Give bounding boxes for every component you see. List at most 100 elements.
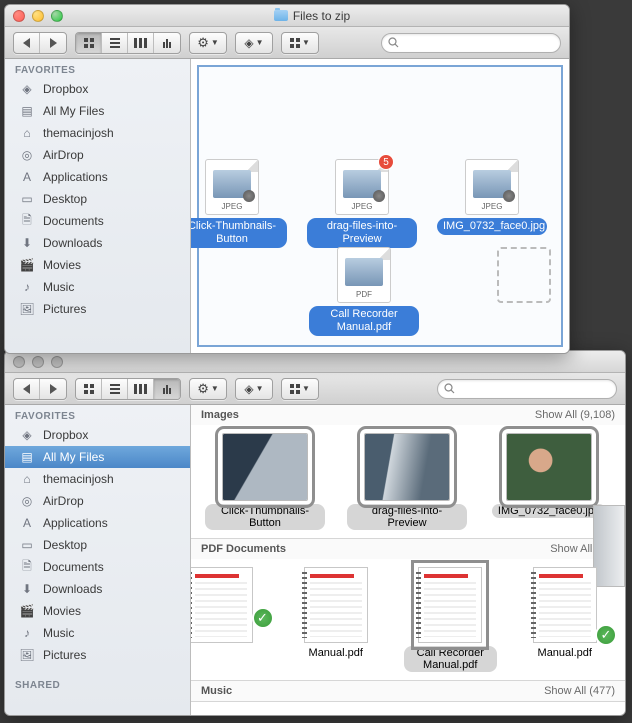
apps-icon: A bbox=[19, 169, 35, 185]
finder-window-back: . ⚙▼ ◈▼ ▼ FAVORITES ◈Dropbox ▤All My Fil… bbox=[4, 350, 626, 716]
check-badge-icon: ✓ bbox=[595, 624, 617, 646]
coverflow-view[interactable] bbox=[154, 33, 180, 53]
content-back: Images Show All (9,108) Click-Thumbnails… bbox=[191, 405, 625, 715]
zoom-button[interactable] bbox=[51, 10, 63, 22]
sidebar-item-label: Documents bbox=[43, 214, 104, 228]
sidebar-item-music[interactable]: ♪Music bbox=[5, 622, 190, 644]
home-icon: ⌂ bbox=[19, 471, 35, 487]
file-item[interactable]: JPEG Click-Thumbnails-Button bbox=[191, 159, 287, 248]
file-item[interactable]: JPEG IMG_0732_face0.jpg bbox=[437, 159, 547, 235]
sidebar-item-label: Desktop bbox=[43, 538, 87, 552]
forward-button[interactable] bbox=[40, 33, 66, 53]
minimize-button[interactable] bbox=[32, 10, 44, 22]
sidebar-item-pictures[interactable]: 🖼Pictures bbox=[5, 298, 190, 320]
dropbox-menu[interactable]: ◈▼ bbox=[235, 378, 273, 400]
pdf-item[interactable]: Manual.pdf bbox=[290, 567, 383, 660]
show-all-link[interactable]: Show All (477) bbox=[544, 685, 615, 697]
downloads-icon: ⬇ bbox=[19, 581, 35, 597]
file-label: Click-Thumbnails-Button bbox=[205, 504, 325, 530]
search-icon bbox=[388, 37, 399, 48]
sidebar-item-pictures[interactable]: 🖼Pictures bbox=[5, 644, 190, 666]
sidebar-item-movies[interactable]: 🎬Movies bbox=[5, 254, 190, 276]
arrange-menu[interactable]: ▼ bbox=[281, 378, 319, 400]
sidebar-item-movies[interactable]: 🎬Movies bbox=[5, 600, 190, 622]
file-item[interactable]: JPEG5 drag-files-into-Preview bbox=[307, 159, 417, 248]
show-all-link[interactable]: Show All (9,108) bbox=[535, 409, 615, 421]
pdf-thumbnail bbox=[533, 567, 597, 643]
sidebar-item-home[interactable]: ⌂themacinjosh bbox=[5, 122, 190, 144]
column-view[interactable] bbox=[128, 379, 154, 399]
action-menu[interactable]: ⚙▼ bbox=[189, 32, 227, 54]
sidebar-item-documents[interactable]: 🗎Documents bbox=[5, 210, 190, 232]
folder-icon bbox=[274, 10, 288, 21]
ghost-outline bbox=[497, 247, 551, 303]
section-pdf: PDF Documents Show All (14) ✓ Manual.pdf… bbox=[191, 539, 625, 681]
traffic-lights bbox=[13, 10, 63, 22]
toolbar-front: ⚙▼ ◈▼ ▼ bbox=[5, 27, 569, 59]
music-icon: ♪ bbox=[19, 625, 35, 641]
sidebar-item-label: Music bbox=[43, 280, 74, 294]
pictures-icon: 🖼 bbox=[19, 301, 35, 317]
back-button[interactable] bbox=[14, 379, 40, 399]
action-menu[interactable]: ⚙▼ bbox=[189, 378, 227, 400]
pdf-thumbnail bbox=[304, 567, 368, 643]
close-button[interactable] bbox=[13, 10, 25, 22]
sidebar-item-allmyfiles[interactable]: ▤All My Files bbox=[5, 100, 190, 122]
list-view[interactable] bbox=[102, 33, 128, 53]
sidebar-item-downloads[interactable]: ⬇Downloads bbox=[5, 578, 190, 600]
airdrop-icon: ◎ bbox=[19, 493, 35, 509]
chevron-down-icon: ▼ bbox=[256, 384, 264, 393]
sidebar-item-desktop[interactable]: ▭Desktop bbox=[5, 188, 190, 210]
file-label: Click-Thumbnails-Button bbox=[191, 218, 287, 248]
forward-button[interactable] bbox=[40, 379, 66, 399]
chevron-down-icon: ▼ bbox=[256, 38, 264, 47]
image-item[interactable]: drag-files-into-Preview bbox=[347, 433, 467, 530]
sidebar-item-dropbox[interactable]: ◈Dropbox bbox=[5, 424, 190, 446]
sidebar-item-documents[interactable]: 🗎Documents bbox=[5, 556, 190, 578]
file-item[interactable]: PDF Call Recorder Manual.pdf bbox=[309, 247, 419, 336]
apps-icon: A bbox=[19, 515, 35, 531]
icon-view[interactable] bbox=[76, 379, 102, 399]
sidebar-item-applications[interactable]: AApplications bbox=[5, 166, 190, 188]
arrange-menu[interactable]: ▼ bbox=[281, 32, 319, 54]
sidebar-item-airdrop[interactable]: ◎AirDrop bbox=[5, 490, 190, 512]
content-front[interactable]: JPEG Click-Thumbnails-Button JPEG5 drag-… bbox=[191, 59, 569, 353]
sidebar-item-dropbox[interactable]: ◈Dropbox bbox=[5, 78, 190, 100]
section-title: Music bbox=[201, 685, 232, 697]
icon-view[interactable] bbox=[76, 33, 102, 53]
minimize-button[interactable] bbox=[32, 356, 44, 368]
downloads-icon: ⬇ bbox=[19, 235, 35, 251]
sidebar-item-allmyfiles[interactable]: ▤All My Files bbox=[5, 446, 190, 468]
sidebar-item-applications[interactable]: A Applications bbox=[5, 512, 190, 534]
sidebar-item-label: Applications bbox=[43, 516, 108, 530]
pdf-item[interactable]: Manual.pdf ✓ bbox=[519, 567, 612, 660]
back-button[interactable] bbox=[14, 33, 40, 53]
section-music: Music Show All (477) bbox=[191, 681, 625, 702]
dropbox-icon: ◈ bbox=[19, 427, 35, 443]
search-field[interactable] bbox=[437, 379, 617, 399]
sidebar-item-airdrop[interactable]: ◎AirDrop bbox=[5, 144, 190, 166]
pdf-item[interactable]: ✓ bbox=[191, 567, 268, 643]
arrange-icon bbox=[290, 384, 300, 394]
chevron-down-icon: ▼ bbox=[302, 38, 310, 47]
pdf-item[interactable]: Call Recorder Manual.pdf bbox=[404, 567, 497, 672]
sidebar-item-home[interactable]: ⌂themacinjosh bbox=[5, 468, 190, 490]
coverflow-view[interactable] bbox=[154, 379, 180, 399]
zoom-button[interactable] bbox=[51, 356, 63, 368]
sidebar-item-desktop[interactable]: ▭Desktop bbox=[5, 534, 190, 556]
file-label: Call Recorder Manual.pdf bbox=[309, 306, 419, 336]
search-field[interactable] bbox=[381, 33, 561, 53]
chevron-down-icon: ▼ bbox=[211, 38, 219, 47]
close-button[interactable] bbox=[13, 356, 25, 368]
list-view[interactable] bbox=[102, 379, 128, 399]
file-icon: JPEG bbox=[465, 159, 519, 215]
sidebar-shared-header: SHARED bbox=[5, 674, 190, 693]
sidebar-item-music[interactable]: ♪Music bbox=[5, 276, 190, 298]
image-item[interactable]: IMG_0732_face0.jpg bbox=[489, 433, 609, 518]
movies-icon: 🎬 bbox=[19, 603, 35, 619]
sidebar-item-downloads[interactable]: ⬇Downloads bbox=[5, 232, 190, 254]
image-item[interactable]: Click-Thumbnails-Button bbox=[205, 433, 325, 530]
column-view[interactable] bbox=[128, 33, 154, 53]
sidebar-item-label: All My Files bbox=[43, 450, 104, 464]
dropbox-menu[interactable]: ◈▼ bbox=[235, 32, 273, 54]
